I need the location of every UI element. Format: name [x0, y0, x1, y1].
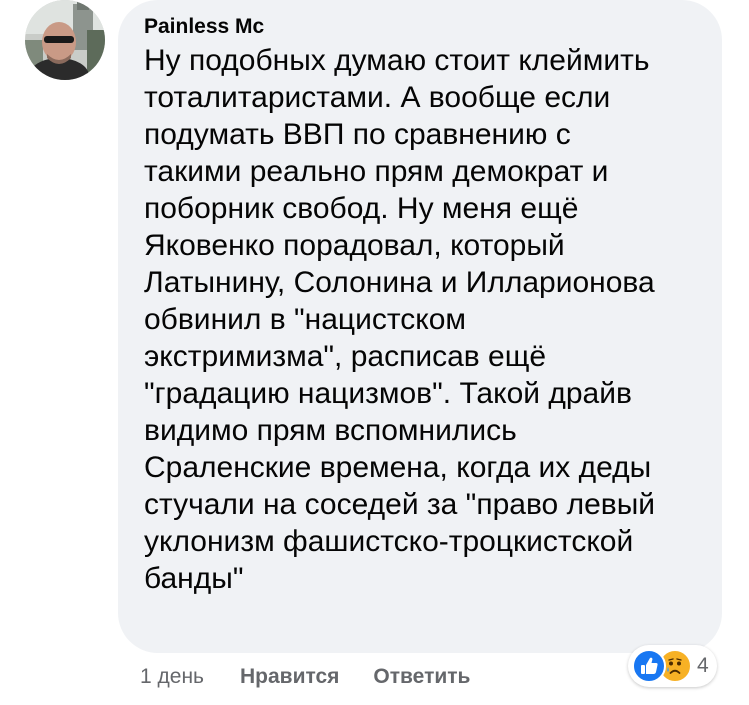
comment-timestamp[interactable]: 1 день — [140, 665, 204, 689]
comment-line: такими реально прям демократ и — [144, 155, 609, 188]
like-icon — [632, 649, 666, 683]
comment-line: Ну подобных думаю стоит клеймить — [144, 44, 650, 77]
author-name[interactable]: Painless Mc — [144, 12, 702, 42]
comment-line: Яковенко порадовал, который — [144, 229, 565, 262]
comment-text: Ну подобных думаю стоит клеймить тоталит… — [144, 42, 702, 597]
comment-line: стучали на соседей за "право левый — [144, 488, 656, 521]
like-button[interactable]: Нравится — [240, 665, 339, 689]
comment-line: подумать ВВП по сравнению с — [144, 118, 571, 151]
reaction-count: 4 — [697, 654, 709, 677]
comment-line: уклонизм фашистско-троцкистской — [144, 525, 634, 558]
comment-line: экстримизма", расписав ещё — [144, 340, 547, 373]
author-avatar[interactable] — [25, 0, 105, 80]
comment-line: "градацию нацизмов". Такой драйв — [144, 377, 632, 410]
comment-line: поборник свобод. Ну меня ещё — [144, 192, 579, 225]
comment-line: Сраленские времена, когда их деды — [144, 451, 652, 484]
comment-line: Латынину, Солонина и Илларионова — [144, 266, 655, 299]
reactions-summary[interactable]: 4 — [628, 645, 717, 687]
avatar-photo — [25, 0, 105, 80]
comment-bubble: Painless Mc Ну подобных думаю стоит клей… — [118, 0, 722, 653]
comment-line: видимо прям вспомнились — [144, 414, 517, 447]
comment-line: тоталитаристами. А вообще если — [144, 81, 611, 114]
comment-line: обвинил в "нацистском — [144, 303, 467, 336]
comment-actions: 1 день Нравится Ответить — [140, 662, 470, 692]
reply-button[interactable]: Ответить — [373, 665, 470, 689]
comment-line: банды" — [144, 562, 244, 595]
